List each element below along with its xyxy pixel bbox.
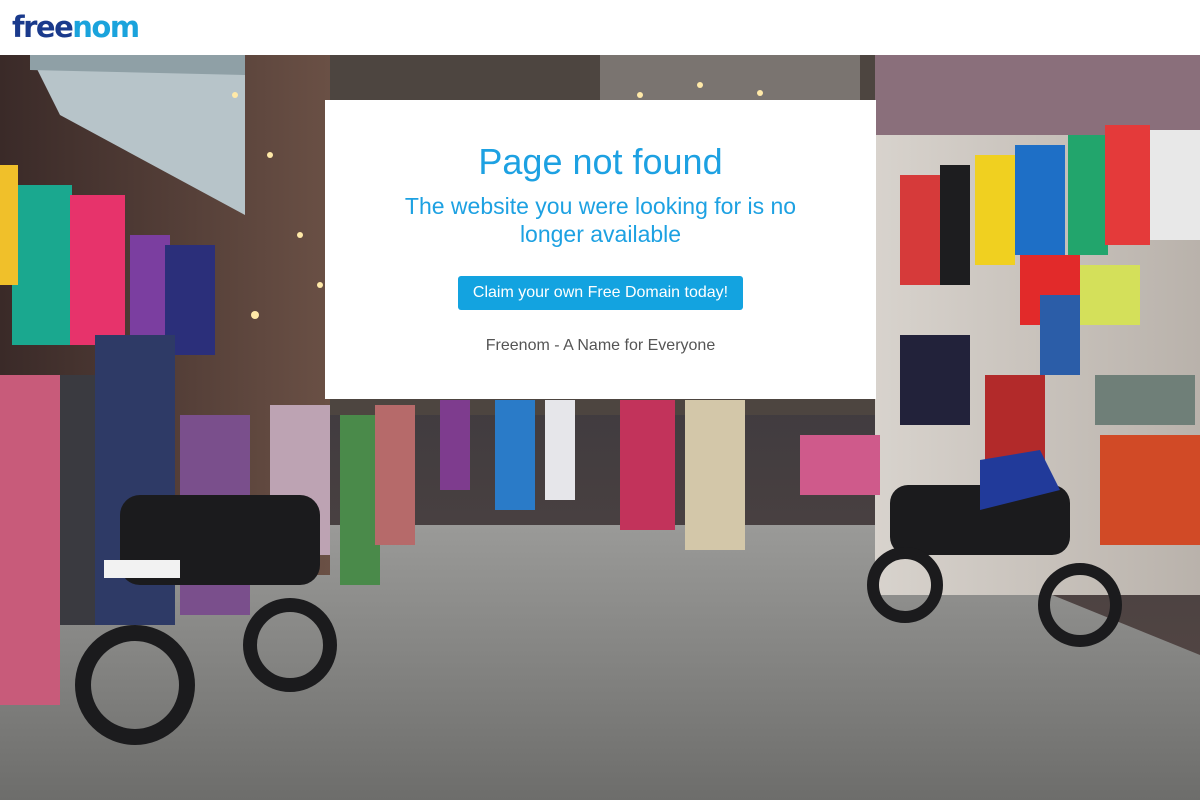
page-subtitle: The website you were looking for is no l… — [404, 193, 797, 247]
tagline: Freenom - A Name for Everyone — [485, 337, 716, 354]
claim-free-domain-button[interactable]: Claim your own Free Domain today! — [457, 276, 744, 310]
logo-part-free: free — [12, 10, 74, 44]
page-title: Page not found — [478, 141, 723, 182]
freenom-logo[interactable]: freenom — [12, 10, 140, 44]
error-card: Page not found The website you were look… — [325, 100, 876, 399]
top-bar: freenom — [0, 0, 1200, 55]
logo-part-nom: nom — [72, 10, 140, 44]
